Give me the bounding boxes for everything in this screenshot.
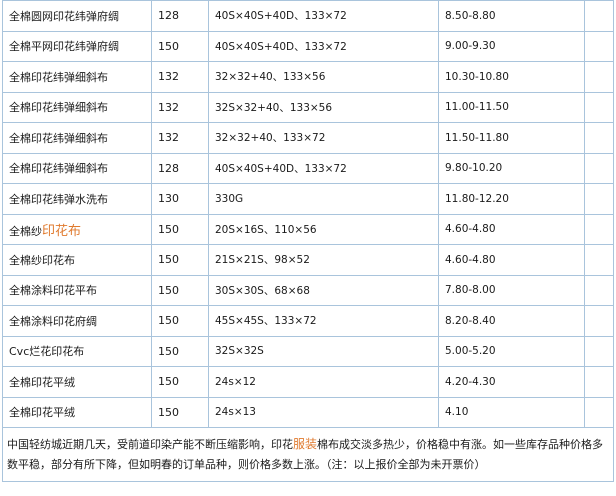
- table-row: Cvc烂花印花布 150 32S×32S 5.00-5.20: [2, 335, 614, 367]
- spec-cell: 32×32+40、133×72: [208, 122, 439, 154]
- spec-cell: 32×32+40、133×56: [208, 61, 439, 93]
- spec-cell: 24s×12: [208, 366, 439, 398]
- empty-cell: [584, 122, 614, 154]
- table-row: 全棉印花纬弹细斜布 132 32S×32+40、133×56 11.00-11.50: [2, 91, 614, 123]
- price-cell: 10.30-10.80: [438, 61, 585, 93]
- price-table: 全棉圆网印花纬弹府绸 128 40S×40S+40D、133×72 8.50-8.80…: [2, 0, 614, 428]
- width-cell: 150: [151, 335, 209, 367]
- width-cell: 150: [151, 396, 209, 428]
- width-cell: 150: [151, 213, 209, 245]
- spec-cell: 40S×40S+40D、133×72: [208, 152, 439, 184]
- product-name-cell: 全棉印花纬弹细斜布: [2, 61, 152, 93]
- spec-cell: 21S×21S、98×52: [208, 244, 439, 276]
- spec-cell: 330G: [208, 183, 439, 215]
- empty-cell: [584, 0, 614, 32]
- empty-cell: [584, 91, 614, 123]
- price-cell: 4.10: [438, 396, 585, 428]
- empty-cell: [584, 274, 614, 306]
- price-cell: 11.80-12.20: [438, 183, 585, 215]
- table-row: 全棉印花平绒 150 24s×12 4.20-4.30: [2, 366, 614, 398]
- price-cell: 9.00-9.30: [438, 30, 585, 62]
- empty-cell: [584, 213, 614, 245]
- spec-cell: 24s×13: [208, 396, 439, 428]
- product-name-prefix: 全棉纱: [9, 224, 42, 238]
- note-text-before: 中国轻纺城近期几天，受前道印染产能不断压缩影响，印花: [7, 438, 293, 451]
- spec-cell: 32S×32S: [208, 335, 439, 367]
- width-cell: 132: [151, 91, 209, 123]
- table-row: 全棉平网印花纬弹府绸 150 40S×40S+40D、133×72 9.00-9.30: [2, 30, 614, 62]
- empty-cell: [584, 152, 614, 184]
- product-name-cell: 全棉纱印花布: [2, 244, 152, 276]
- empty-cell: [584, 366, 614, 398]
- table-row: 全棉圆网印花纬弹府绸 128 40S×40S+40D、133×72 8.50-8.80: [2, 0, 614, 32]
- product-name-cell: 全棉印花纬弹细斜布: [2, 122, 152, 154]
- price-cell: 5.00-5.20: [438, 335, 585, 367]
- table-row: 全棉印花纬弹水洗布 130 330G 11.80-12.20: [2, 183, 614, 215]
- price-cell: 4.20-4.30: [438, 366, 585, 398]
- product-name-cell: Cvc烂花印花布: [2, 335, 152, 367]
- price-cell: 8.20-8.40: [438, 305, 585, 337]
- price-cell: 4.60-4.80: [438, 213, 585, 245]
- width-cell: 150: [151, 30, 209, 62]
- price-table-body: 全棉圆网印花纬弹府绸 128 40S×40S+40D、133×72 8.50-8.80…: [2, 0, 614, 428]
- price-cell: 11.00-11.50: [438, 91, 585, 123]
- product-name-cell: 全棉涂料印花府绸: [2, 305, 152, 337]
- price-cell: 11.50-11.80: [438, 122, 585, 154]
- empty-cell: [584, 305, 614, 337]
- width-cell: 150: [151, 274, 209, 306]
- price-cell: 8.50-8.80: [438, 0, 585, 32]
- table-row: 全棉印花纬弹细斜布 132 32×32+40、133×72 11.50-11.80: [2, 122, 614, 154]
- product-name-cell: 全棉圆网印花纬弹府绸: [2, 0, 152, 32]
- spec-cell: 40S×40S+40D、133×72: [208, 30, 439, 62]
- width-cell: 132: [151, 61, 209, 93]
- width-cell: 130: [151, 183, 209, 215]
- product-name-cell: 全棉印花平绒: [2, 366, 152, 398]
- table-row: 全棉纱印花布 150 21S×21S、98×52 4.60-4.80: [2, 244, 614, 276]
- table-row: 全棉纱印花布 150 20S×16S、110×56 4.60-4.80: [2, 213, 614, 245]
- width-cell: 132: [151, 122, 209, 154]
- empty-cell: [584, 244, 614, 276]
- spec-cell: 45S×45S、133×72: [208, 305, 439, 337]
- spec-cell: 40S×40S+40D、133×72: [208, 0, 439, 32]
- spec-cell: 20S×16S、110×56: [208, 213, 439, 245]
- product-name-cell: 全棉涂料印花平布: [2, 274, 152, 306]
- width-cell: 150: [151, 366, 209, 398]
- product-name-link[interactable]: 印花布: [42, 224, 81, 239]
- price-cell: 7.80-8.00: [438, 274, 585, 306]
- table-row: 全棉印花纬弹细斜布 128 40S×40S+40D、133×72 9.80-10.20: [2, 152, 614, 184]
- empty-cell: [584, 30, 614, 62]
- price-table-frame: 全棉圆网印花纬弹府绸 128 40S×40S+40D、133×72 8.50-8.80…: [2, 0, 614, 494]
- width-cell: 128: [151, 152, 209, 184]
- empty-cell: [584, 396, 614, 428]
- price-cell: 4.60-4.80: [438, 244, 585, 276]
- product-name-cell: 全棉纱印花布: [2, 213, 152, 245]
- spec-cell: 30S×30S、68×68: [208, 274, 439, 306]
- empty-cell: [584, 335, 614, 367]
- table-row: 全棉涂料印花府绸 150 45S×45S、133×72 8.20-8.40: [2, 305, 614, 337]
- width-cell: 150: [151, 305, 209, 337]
- table-row: 全棉涂料印花平布 150 30S×30S、68×68 7.80-8.00: [2, 274, 614, 306]
- product-name-cell: 全棉印花纬弹水洗布: [2, 183, 152, 215]
- price-cell: 9.80-10.20: [438, 152, 585, 184]
- product-name-cell: 全棉印花纬弹细斜布: [2, 152, 152, 184]
- empty-cell: [584, 183, 614, 215]
- table-row: 全棉印花平绒 150 24s×13 4.10: [2, 396, 614, 428]
- product-name-cell: 全棉印花纬弹细斜布: [2, 91, 152, 123]
- product-name-cell: 全棉印花平绒: [2, 396, 152, 428]
- empty-cell: [584, 61, 614, 93]
- width-cell: 150: [151, 244, 209, 276]
- note-link-clothing[interactable]: 服装: [293, 437, 317, 451]
- spec-cell: 32S×32+40、133×56: [208, 91, 439, 123]
- width-cell: 128: [151, 0, 209, 32]
- market-note: 中国轻纺城近期几天，受前道印染产能不断压缩影响，印花服装棉布成交淡多热少，价格稳…: [2, 428, 614, 482]
- table-row: 全棉印花纬弹细斜布 132 32×32+40、133×56 10.30-10.80: [2, 61, 614, 93]
- product-name-cell: 全棉平网印花纬弹府绸: [2, 30, 152, 62]
